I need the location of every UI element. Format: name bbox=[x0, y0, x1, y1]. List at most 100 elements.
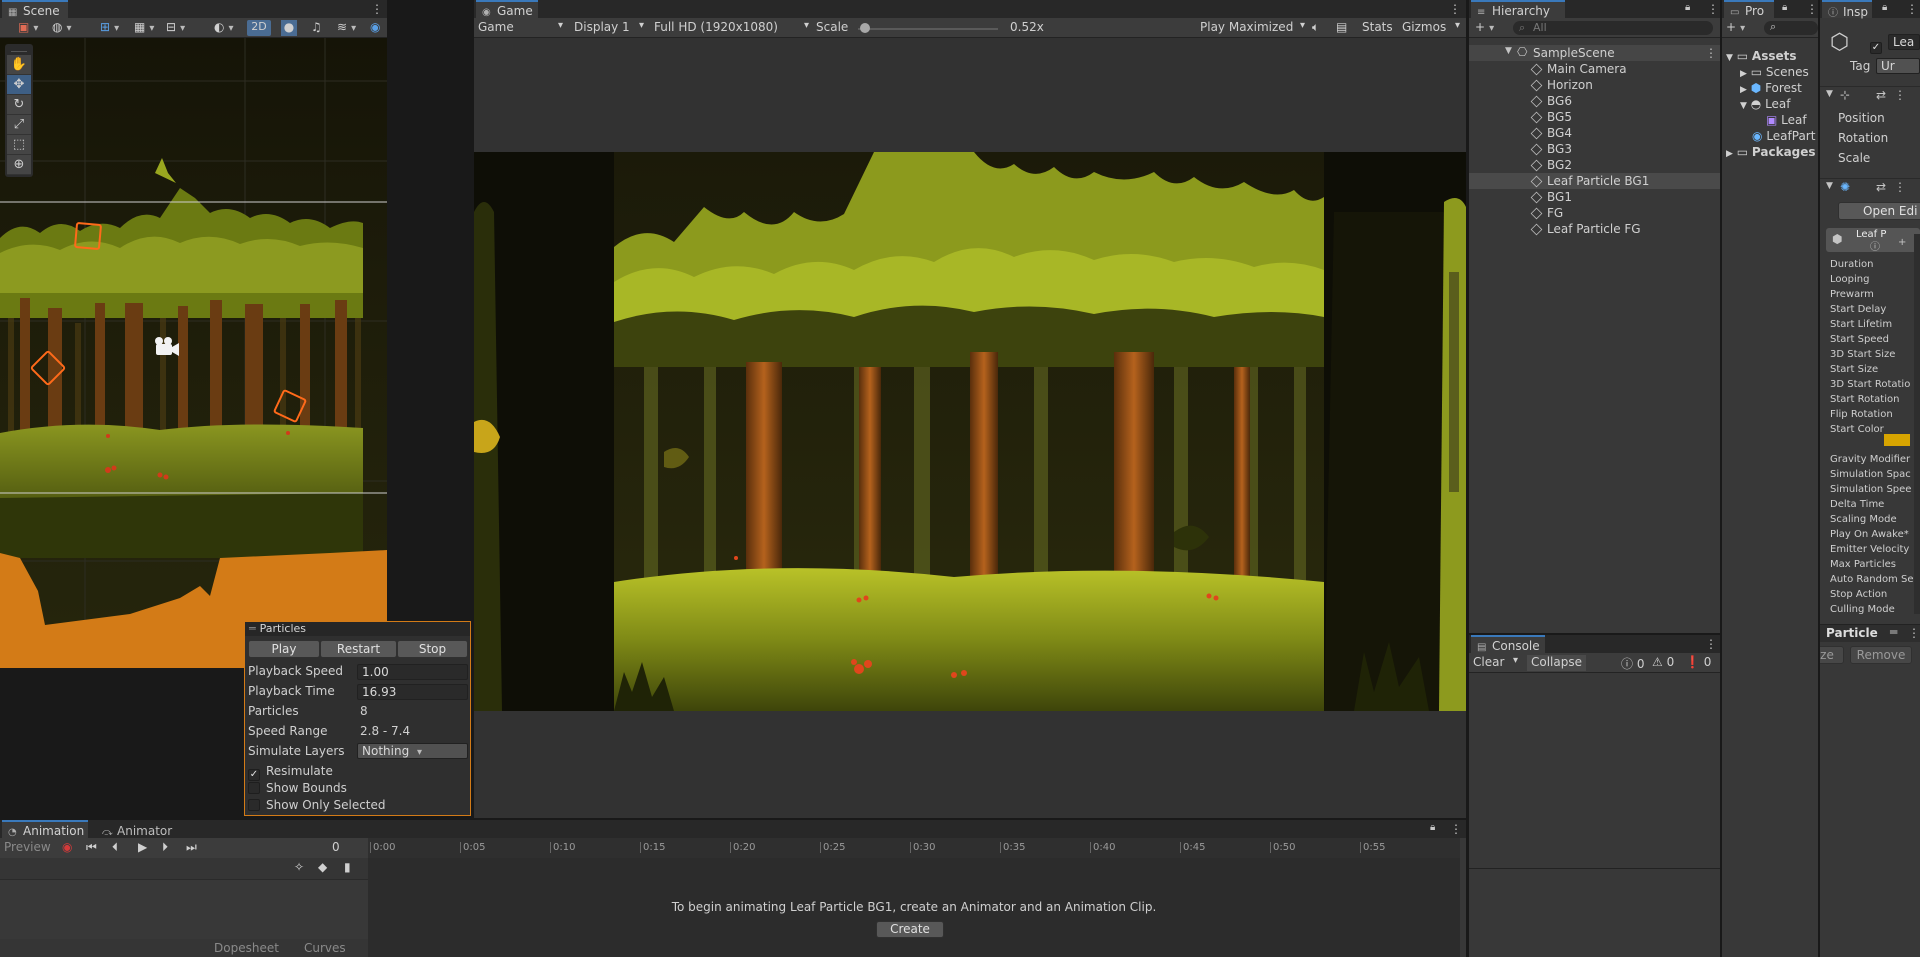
error-count[interactable]: ❗ 0 bbox=[1685, 655, 1711, 671]
last-keyframe-icon[interactable]: ⏭ bbox=[186, 840, 197, 856]
leaf-part-item[interactable]: ◉ LeafPart bbox=[1752, 129, 1815, 145]
draw-mode-icon[interactable]: ▣ bbox=[18, 20, 38, 36]
leaf-child-item[interactable]: ▣ Leaf bbox=[1766, 113, 1807, 129]
expand-arrow-icon[interactable]: ▼ bbox=[1505, 46, 1512, 56]
vsync-icon[interactable]: ▤ bbox=[1336, 20, 1347, 36]
packages-folder[interactable]: ▶ ▭ Packages bbox=[1726, 145, 1816, 161]
hierarchy-item[interactable]: Horizon bbox=[1469, 77, 1720, 93]
resimulate-checkbox[interactable]: ✓ bbox=[248, 769, 260, 781]
playback-time-field[interactable]: 16.93 bbox=[357, 684, 468, 700]
hierarchy-item[interactable]: Leaf Particle FG bbox=[1469, 221, 1720, 237]
mute-audio-icon[interactable]: 🔈︎ bbox=[1312, 20, 1319, 36]
increment-snap-icon[interactable]: ⊟ bbox=[166, 20, 185, 36]
lock-icon[interactable]: 🔒︎ bbox=[1685, 2, 1690, 13]
resolution-dropdown[interactable]: Full HD (1920x1080) ▾ bbox=[654, 20, 809, 36]
lock-icon[interactable]: 🔒︎ bbox=[1782, 2, 1787, 13]
add-icon[interactable]: + bbox=[1726, 20, 1745, 36]
audio-icon[interactable]: ♫ bbox=[311, 20, 322, 36]
assets-folder[interactable]: ▼ ▭ Assets bbox=[1726, 49, 1797, 65]
drag-handle-icon[interactable]: ═ bbox=[249, 622, 256, 635]
hierarchy-menu-icon[interactable]: ⋮ bbox=[1707, 2, 1719, 16]
show-bounds-checkbox[interactable] bbox=[248, 782, 260, 794]
tab-animation[interactable]: ◔ Animation bbox=[2, 820, 88, 838]
game-viewport[interactable] bbox=[474, 152, 1466, 711]
game-menu-icon[interactable]: ⋮ bbox=[1449, 2, 1461, 16]
particles-play-button[interactable]: Play bbox=[248, 640, 320, 658]
animation-menu-icon[interactable]: ⋮ bbox=[1450, 822, 1462, 836]
transform-tool-icon[interactable]: ⊕ bbox=[7, 155, 31, 175]
transform-header[interactable]: ▼ ⊹ ⇄ ⋮ bbox=[1820, 86, 1920, 104]
first-keyframe-icon[interactable]: ⏮ bbox=[86, 840, 97, 856]
tab-hierarchy[interactable]: ≡ Hierarchy bbox=[1471, 0, 1565, 18]
dopesheet-tab[interactable]: Dopesheet bbox=[214, 941, 279, 957]
drag-handle-icon[interactable]: ═ bbox=[1890, 625, 1897, 639]
prev-keyframe-icon[interactable]: ⏴ bbox=[112, 840, 118, 856]
lock-icon[interactable]: 🔒︎ bbox=[1882, 2, 1887, 13]
stats-button[interactable]: Stats bbox=[1362, 20, 1393, 36]
hierarchy-item[interactable]: FG bbox=[1469, 205, 1720, 221]
lighting-icon[interactable]: ● bbox=[281, 20, 297, 36]
tab-scene[interactable]: ▦ Scene bbox=[2, 0, 68, 18]
forest-item[interactable]: ▶ ⬢ Forest bbox=[1740, 81, 1802, 97]
add-icon[interactable]: + bbox=[1475, 20, 1494, 36]
lock-icon[interactable]: 🔒︎ bbox=[1430, 822, 1435, 833]
leaf-item[interactable]: ▼ ◓ Leaf bbox=[1740, 97, 1791, 113]
hierarchy-item[interactable]: BG5 bbox=[1469, 109, 1720, 125]
component-menu-icon[interactable]: ⋮ bbox=[1894, 88, 1906, 102]
visibility-icon[interactable]: ◉ bbox=[370, 20, 380, 36]
render-icon[interactable]: ◐ bbox=[214, 20, 234, 36]
scale-slider-thumb[interactable] bbox=[860, 23, 870, 33]
palette-handle[interactable] bbox=[11, 46, 27, 52]
active-checkbox[interactable]: ✓ bbox=[1870, 37, 1888, 54]
mode-2d-button[interactable]: 2D bbox=[247, 20, 271, 36]
display-dropdown[interactable]: Display 1 ▾ bbox=[574, 20, 644, 36]
leaf-particle-module-tab[interactable]: ⬢ Leaf P ⓘ + bbox=[1826, 228, 1920, 253]
tab-inspector[interactable]: ⓘ Insp bbox=[1822, 0, 1872, 19]
scene-menu-icon[interactable]: ⋮ bbox=[371, 2, 383, 16]
name-field[interactable]: Lea bbox=[1888, 34, 1920, 50]
preset-icon[interactable]: ⇄ bbox=[1876, 88, 1886, 102]
hierarchy-item[interactable]: Main Camera bbox=[1469, 61, 1720, 77]
hand-tool-icon[interactable]: ✋ bbox=[7, 55, 31, 75]
preset-icon[interactable]: ⇄ bbox=[1876, 180, 1886, 194]
tab-game[interactable]: ◉ Game bbox=[476, 0, 538, 18]
add-module-icon[interactable]: + bbox=[1898, 237, 1906, 248]
info-count[interactable]: ⓘ 0 bbox=[1621, 655, 1644, 671]
frame-field[interactable]: 0 bbox=[332, 840, 340, 856]
playback-speed-field[interactable]: 1.00 bbox=[357, 664, 468, 680]
timeline-ruler[interactable]: 0:00 0:05 0:10 0:15 0:20 0:25 0:30 0:35 0:40 0:45… bbox=[368, 838, 1460, 858]
inspector-scrollbar[interactable] bbox=[1914, 234, 1920, 614]
globe-icon[interactable]: ◍ bbox=[52, 20, 72, 36]
play-maximized-dropdown[interactable]: Play Maximized ▾ bbox=[1200, 20, 1305, 36]
grid-icon[interactable]: ▦ bbox=[134, 20, 154, 36]
console-detail-divider[interactable] bbox=[1469, 868, 1720, 869]
remove-button[interactable]: Remove bbox=[1850, 646, 1912, 664]
hierarchy-item[interactable]: BG3 bbox=[1469, 141, 1720, 157]
particles-stop-button[interactable]: Stop bbox=[397, 640, 468, 658]
hierarchy-item[interactable]: BG6 bbox=[1469, 93, 1720, 109]
curves-tab[interactable]: Curves bbox=[304, 941, 346, 957]
project-search-input[interactable]: ⌕ bbox=[1764, 20, 1818, 35]
filter-icon[interactable]: ✧ bbox=[294, 860, 304, 876]
tag-dropdown[interactable]: Ur bbox=[1876, 58, 1920, 74]
inspector-menu-icon[interactable]: ⋮ bbox=[1906, 2, 1918, 16]
rotate-tool-icon[interactable]: ↻ bbox=[7, 95, 31, 115]
hierarchy-item[interactable]: Leaf Particle BG1 bbox=[1469, 173, 1720, 189]
tab-animator[interactable]: ⤼ Animator bbox=[96, 820, 176, 838]
play-icon[interactable]: ▶ bbox=[138, 840, 147, 856]
preview-button[interactable]: Preview bbox=[4, 840, 51, 856]
start-color-swatch[interactable] bbox=[1884, 434, 1910, 446]
show-only-selected-checkbox[interactable] bbox=[248, 799, 260, 811]
effects-icon[interactable]: ≋ bbox=[337, 20, 356, 36]
record-icon[interactable]: ◉ bbox=[62, 840, 72, 856]
scale-tool-icon[interactable]: ⤢ bbox=[7, 115, 31, 135]
clear-options-chevron-icon[interactable]: ▾ bbox=[1513, 655, 1518, 671]
collapse-button[interactable]: Collapse bbox=[1527, 655, 1586, 671]
simulate-layers-dropdown[interactable]: Nothing bbox=[357, 743, 468, 759]
project-menu-icon[interactable]: ⋮ bbox=[1806, 2, 1818, 16]
add-event-icon[interactable]: ▮ bbox=[344, 860, 351, 876]
add-keyframe-icon[interactable]: ◆ bbox=[318, 860, 327, 876]
scale-slider-track[interactable] bbox=[858, 28, 998, 30]
particles-restart-button[interactable]: Restart bbox=[320, 640, 397, 658]
hierarchy-scene-row[interactable]: ▼ ⎔ SampleScene ⋮ bbox=[1469, 45, 1720, 61]
